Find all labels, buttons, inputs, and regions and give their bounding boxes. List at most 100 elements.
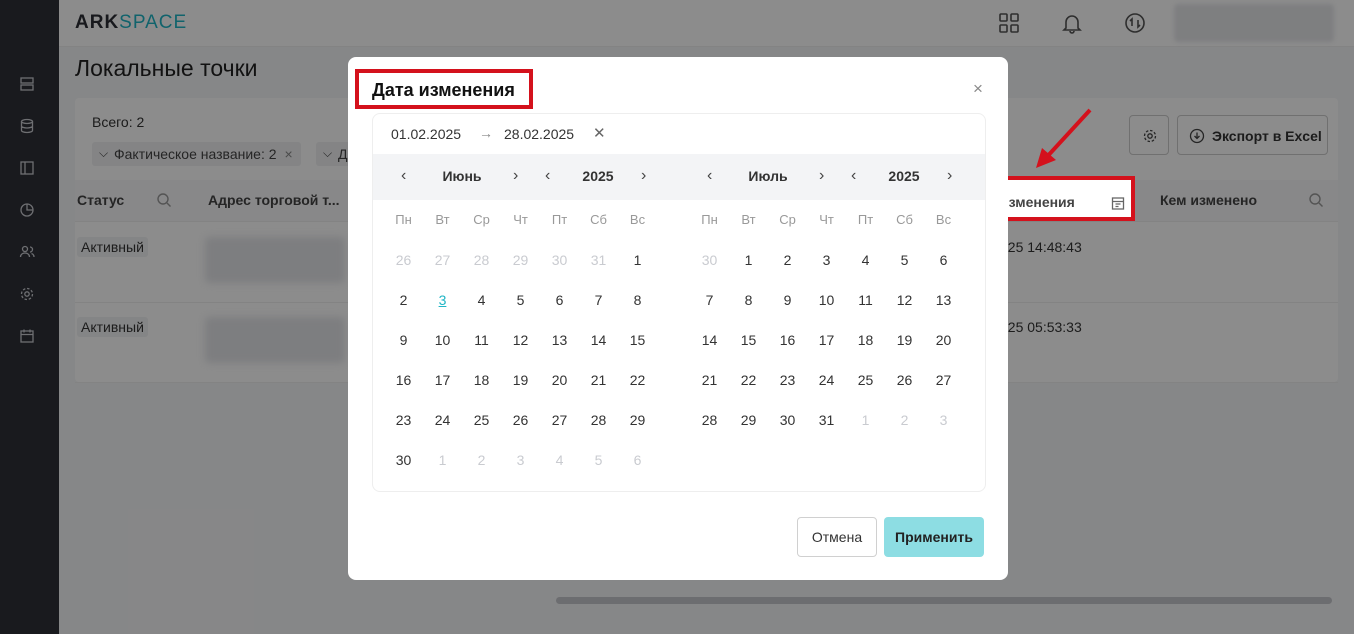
calendar-day[interactable]: 10 [807, 292, 846, 332]
calendar-day[interactable]: 29 [729, 412, 768, 452]
calendar-day[interactable]: 2 [462, 452, 501, 491]
calendar-day[interactable]: 13 [540, 332, 579, 372]
calendar-day[interactable]: 23 [768, 372, 807, 412]
calendar-day[interactable]: 4 [462, 292, 501, 332]
calendar-day[interactable]: 21 [579, 372, 618, 412]
calendar-day[interactable]: 30 [768, 412, 807, 452]
date-range-input[interactable]: 01.02.2025 → 28.02.2025 ✕ [373, 114, 985, 154]
calendar-day[interactable]: 1 [729, 252, 768, 292]
calendar-day[interactable]: 22 [618, 372, 657, 412]
calendar-day[interactable]: 28 [579, 412, 618, 452]
calendar-day[interactable]: 14 [579, 332, 618, 372]
calendar-day[interactable]: 24 [807, 372, 846, 412]
calendar-day[interactable]: 8 [618, 292, 657, 332]
calendar-day[interactable]: 7 [690, 292, 729, 332]
next-month-icon[interactable]: › [819, 167, 824, 185]
prev-year-icon[interactable]: ‹ [545, 167, 550, 185]
year-label[interactable]: 2025 [573, 168, 623, 184]
calendar-day[interactable]: 8 [729, 292, 768, 332]
calendar-day[interactable]: 12 [501, 332, 540, 372]
calendar-day[interactable]: 4 [540, 452, 579, 491]
calendar-day[interactable]: 17 [423, 372, 462, 412]
calendar-day[interactable]: 5 [501, 292, 540, 332]
prev-year-icon[interactable]: ‹ [851, 167, 856, 185]
calendar-day[interactable]: 28 [462, 252, 501, 292]
calendar-day[interactable]: 4 [846, 252, 885, 292]
month-label[interactable]: Июль [738, 168, 798, 184]
calendar-day[interactable]: 30 [540, 252, 579, 292]
weekday-label: Вс [629, 212, 646, 227]
calendar-day[interactable]: 1 [846, 412, 885, 452]
calendar-day[interactable]: 31 [807, 412, 846, 452]
calendar-day[interactable]: 29 [501, 252, 540, 292]
close-icon[interactable]: × [973, 79, 983, 99]
calendar-day[interactable]: 23 [384, 412, 423, 452]
calendar-day[interactable]: 22 [729, 372, 768, 412]
calendar-day[interactable]: 3 [423, 292, 462, 332]
calendar-day[interactable]: 7 [579, 292, 618, 332]
next-month-icon[interactable]: › [513, 167, 518, 185]
calendar-day[interactable]: 3 [924, 412, 963, 452]
calendar-day[interactable]: 28 [690, 412, 729, 452]
calendar-day[interactable]: 9 [384, 332, 423, 372]
year-label[interactable]: 2025 [879, 168, 929, 184]
calendar-day[interactable]: 12 [885, 292, 924, 332]
calendar-day[interactable]: 6 [618, 452, 657, 491]
calendar-day[interactable]: 18 [462, 372, 501, 412]
calendar-day[interactable]: 27 [924, 372, 963, 412]
prev-month-icon[interactable]: ‹ [707, 167, 712, 185]
calendar-day[interactable]: 25 [846, 372, 885, 412]
calendar-day[interactable]: 15 [618, 332, 657, 372]
calendar-day[interactable]: 31 [579, 252, 618, 292]
clear-range-icon[interactable]: ✕ [593, 124, 606, 142]
calendar-day[interactable]: 16 [768, 332, 807, 372]
cancel-button[interactable]: Отмена [797, 517, 877, 557]
calendar-day[interactable]: 5 [885, 252, 924, 292]
calendar-day[interactable]: 11 [462, 332, 501, 372]
calendar-day[interactable]: 19 [501, 372, 540, 412]
next-year-icon[interactable]: › [641, 167, 646, 185]
calendar-day[interactable]: 26 [501, 412, 540, 452]
calendar-day[interactable]: 24 [423, 412, 462, 452]
month-label[interactable]: Июнь [432, 168, 492, 184]
calendar-day[interactable]: 9 [768, 292, 807, 332]
calendar-day[interactable]: 14 [690, 332, 729, 372]
calendar-day[interactable]: 2 [885, 412, 924, 452]
calendar-day[interactable]: 29 [618, 412, 657, 452]
calendar-day[interactable]: 11 [846, 292, 885, 332]
prev-month-icon[interactable]: ‹ [401, 167, 406, 185]
calendar-day[interactable]: 20 [924, 332, 963, 372]
range-start-input[interactable]: 01.02.2025 [391, 126, 461, 142]
next-year-icon[interactable]: › [947, 167, 952, 185]
calendar-day[interactable]: 20 [540, 372, 579, 412]
annotation-arrow-icon [1036, 108, 1092, 168]
calendar-day[interactable]: 6 [540, 292, 579, 332]
calendar-day[interactable]: 26 [384, 252, 423, 292]
calendar-day[interactable]: 26 [885, 372, 924, 412]
calendar-day[interactable]: 25 [462, 412, 501, 452]
calendar-day[interactable]: 27 [423, 252, 462, 292]
calendar-day[interactable]: 1 [618, 252, 657, 292]
calendar-day[interactable]: 3 [501, 452, 540, 491]
calendar-day[interactable]: 13 [924, 292, 963, 332]
calendar-day[interactable]: 1 [423, 452, 462, 491]
calendar-day[interactable]: 10 [423, 332, 462, 372]
calendar-day[interactable]: 2 [768, 252, 807, 292]
calendar-day[interactable]: 17 [807, 332, 846, 372]
calendar-day[interactable]: 19 [885, 332, 924, 372]
calendar-day[interactable]: 16 [384, 372, 423, 412]
calendar-day[interactable]: 15 [729, 332, 768, 372]
calendar-day[interactable]: 5 [579, 452, 618, 491]
calendar-day[interactable]: 21 [690, 372, 729, 412]
calendar-day[interactable]: 30 [384, 452, 423, 491]
calendar-day[interactable]: 3 [807, 252, 846, 292]
highlighted-column-changed-date[interactable]: изменения [990, 176, 1135, 221]
calendar-day[interactable]: 30 [690, 252, 729, 292]
calendar-day[interactable]: 2 [384, 292, 423, 332]
apply-button[interactable]: Применить [884, 517, 984, 557]
calendar-filter-icon[interactable] [1110, 195, 1126, 211]
range-end-input[interactable]: 28.02.2025 [504, 126, 574, 142]
calendar-day[interactable]: 27 [540, 412, 579, 452]
calendar-day[interactable]: 18 [846, 332, 885, 372]
calendar-day[interactable]: 6 [924, 252, 963, 292]
